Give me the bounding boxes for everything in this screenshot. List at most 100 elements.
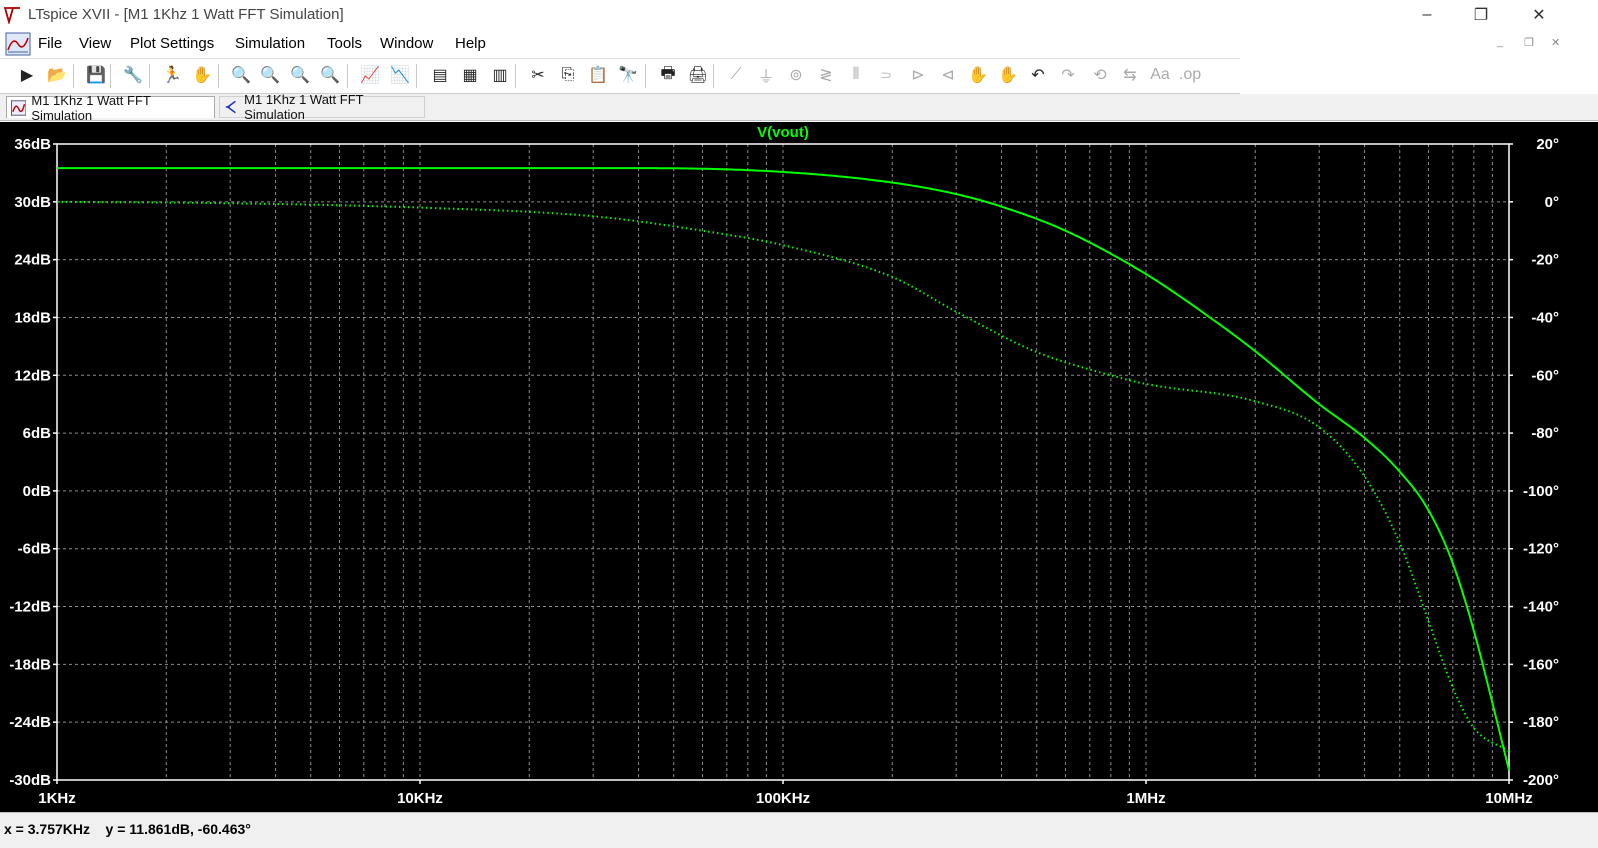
menu-window[interactable]: Window bbox=[380, 35, 433, 52]
run-icon[interactable]: ▶ bbox=[15, 63, 39, 87]
tab-schematic-label: M1 1Khz 1 Watt FFT Simulation bbox=[244, 92, 364, 122]
menu-file[interactable]: File bbox=[38, 35, 62, 52]
trace-title: V(vout) bbox=[757, 124, 809, 141]
tile-vertical-icon[interactable]: ▥ bbox=[488, 63, 512, 87]
y-right-tick-label: -120° bbox=[1523, 541, 1559, 558]
spice-directive-icon[interactable]: .op bbox=[1178, 63, 1202, 87]
toolbar-separator bbox=[645, 64, 646, 88]
tab-waveform[interactable]: M1 1Khz 1 Watt FFT Simulation bbox=[6, 93, 215, 123]
paste-icon[interactable]: 📋 bbox=[586, 63, 610, 87]
status-bar: x = 3.757KHz y = 11.861dB, -60.463° bbox=[0, 812, 1598, 848]
y-left-tick-label: 6dB bbox=[23, 425, 52, 442]
ltspice-logo-icon bbox=[4, 7, 20, 24]
toolbar-separator bbox=[347, 64, 348, 88]
y-right-tick-label: 20° bbox=[1536, 136, 1559, 153]
cascade-icon[interactable]: ▦ bbox=[458, 63, 482, 87]
x-tick-label: 1MHz bbox=[1126, 790, 1165, 807]
print-preview-icon[interactable]: 🖨 bbox=[686, 63, 710, 87]
rotate-icon[interactable]: ⟲ bbox=[1088, 63, 1112, 87]
y-right-tick-label: -200° bbox=[1523, 772, 1559, 789]
waveform-chart[interactable]: 36dB 30dB 24dB 18dB 12dB 6dB 0dB -6dB -12dB -18dB… bbox=[0, 122, 1598, 812]
drag-hand-icon[interactable]: ✋ bbox=[996, 63, 1020, 87]
y-left-tick-label: 12dB bbox=[14, 367, 51, 384]
restore-button[interactable]: ❐ bbox=[1452, 0, 1510, 30]
menu-plot-settings[interactable]: Plot Settings bbox=[130, 35, 214, 52]
toolbar-separator bbox=[73, 64, 74, 88]
schematic-icon bbox=[225, 100, 236, 114]
autorange-icon[interactable]: 📈 bbox=[358, 63, 382, 87]
wire-icon[interactable]: ⟋ bbox=[724, 63, 748, 87]
y-right-tick-label: -100° bbox=[1523, 483, 1559, 500]
zoom-out-icon[interactable]: 🔍 bbox=[288, 63, 312, 87]
waveform-icon bbox=[11, 99, 27, 116]
zoom-in-icon[interactable]: 🔍 bbox=[229, 63, 253, 87]
mirror-icon[interactable]: ⇆ bbox=[1118, 63, 1142, 87]
toolbar-separator bbox=[713, 64, 714, 88]
y-left-tick-label: -24dB bbox=[9, 714, 51, 731]
y-left-tick-label: 0dB bbox=[23, 483, 52, 500]
y-left-tick-label: 18dB bbox=[14, 309, 51, 326]
y-right-tick-label: -140° bbox=[1523, 599, 1559, 616]
mdi-close-button[interactable]: ✕ bbox=[1551, 36, 1560, 49]
inductor-icon[interactable]: ⸧ bbox=[874, 63, 898, 87]
y-right-tick-label: -160° bbox=[1523, 656, 1559, 673]
tile-horizontal-icon[interactable]: ▤ bbox=[428, 63, 452, 87]
y-left-tick-label: -12dB bbox=[9, 599, 51, 616]
toolbar-separator bbox=[416, 64, 417, 88]
menu-view[interactable]: View bbox=[79, 35, 111, 52]
y-left-tick-label: -18dB bbox=[9, 656, 51, 673]
control-panel-icon[interactable]: 🔧 bbox=[121, 63, 145, 87]
tab-schematic[interactable]: M1 1Khz 1 Watt FFT Simulation bbox=[219, 92, 425, 122]
diode-icon[interactable]: ⊳ bbox=[906, 63, 930, 87]
move-hand-icon[interactable]: ✋ bbox=[966, 63, 990, 87]
menu-simulation[interactable]: Simulation bbox=[235, 35, 305, 52]
close-button[interactable]: ✕ bbox=[1510, 0, 1568, 30]
resistor-icon[interactable]: ≷ bbox=[814, 63, 838, 87]
open-icon[interactable]: 📂 bbox=[45, 63, 69, 87]
menu-help[interactable]: Help bbox=[455, 35, 486, 52]
save-icon[interactable]: 💾 bbox=[84, 63, 108, 87]
zoom-cancel-icon[interactable]: 🔍 bbox=[318, 63, 342, 87]
y-right-tick-label: -180° bbox=[1523, 714, 1559, 731]
menu-tools[interactable]: Tools bbox=[327, 35, 362, 52]
zoom-full-icon[interactable]: 🔍 bbox=[258, 63, 282, 87]
document-tab-bar: M1 1Khz 1 Watt FFT Simulation M1 1Khz 1 … bbox=[0, 92, 1598, 123]
component-icon[interactable]: ⊲ bbox=[936, 63, 960, 87]
x-tick-label: 1KHz bbox=[38, 790, 76, 807]
halt-hand-icon[interactable]: ✋ bbox=[190, 63, 214, 87]
add-trace-icon[interactable]: 📉 bbox=[388, 63, 412, 87]
y-left-tick-label: 36dB bbox=[14, 136, 51, 153]
toolbar-separator bbox=[218, 64, 219, 88]
title-bar: LTspice XVII - [M1 1Khz 1 Watt FFT Simul… bbox=[0, 0, 1598, 30]
copy-icon[interactable]: ⎘ bbox=[556, 63, 580, 87]
label-net-icon[interactable]: ⊚ bbox=[784, 63, 808, 87]
cursor-readout: x = 3.757KHz y = 11.861dB, -60.463° bbox=[4, 821, 251, 837]
y-right-tick-label: -60° bbox=[1531, 367, 1559, 384]
y-right-tick-label: 0° bbox=[1545, 194, 1559, 211]
x-tick-label: 100KHz bbox=[756, 790, 810, 807]
run-simulation-icon[interactable]: 🏃 bbox=[160, 63, 184, 87]
x-tick-label: 10KHz bbox=[397, 790, 443, 807]
find-icon[interactable]: 🔭 bbox=[616, 63, 640, 87]
redo-icon[interactable]: ↷ bbox=[1056, 63, 1080, 87]
y-left-tick-label: 24dB bbox=[14, 252, 51, 269]
undo-icon[interactable]: ↶ bbox=[1026, 63, 1050, 87]
ground-icon[interactable]: ⏚ bbox=[754, 63, 778, 87]
y-right-tick-label: -20° bbox=[1531, 252, 1559, 269]
tab-waveform-label: M1 1Khz 1 Watt FFT Simulation bbox=[31, 92, 151, 123]
text-icon[interactable]: Aa bbox=[1148, 63, 1172, 87]
toolbar-separator bbox=[149, 64, 150, 88]
toolbar: ▶ 📂 💾 🔧 🏃 ✋ 🔍 🔍 🔍 🔍 📈 📉 ▤ ▦ ▥ ✂ ⎘ 📋 🔭 🖶 🖨 ⟋ ⏚ ⊚ ≷ ⫴ ⸧ ⊳ ⊲ ✋ ✋ ↶ ↷ ⟲ ⇆ Aa .op bbox=[0, 58, 1240, 94]
y-right-tick-label: -80° bbox=[1531, 425, 1559, 442]
toolbar-separator bbox=[515, 64, 516, 88]
y-left-tick-label: -6dB bbox=[18, 541, 52, 558]
plot-window-icon bbox=[5, 32, 31, 56]
window-title: LTspice XVII - [M1 1Khz 1 Watt FFT Simul… bbox=[28, 6, 344, 23]
mdi-restore-button[interactable]: ❐ bbox=[1524, 36, 1534, 49]
waveform-plot[interactable]: 36dB 30dB 24dB 18dB 12dB 6dB 0dB -6dB -12dB -18dB… bbox=[0, 122, 1598, 812]
mdi-minimize-button[interactable]: _ bbox=[1497, 36, 1503, 48]
cut-icon[interactable]: ✂ bbox=[526, 63, 550, 87]
capacitor-icon[interactable]: ⫴ bbox=[844, 63, 868, 87]
minimize-button[interactable]: – bbox=[1398, 0, 1456, 30]
print-icon[interactable]: 🖶 bbox=[656, 63, 680, 87]
